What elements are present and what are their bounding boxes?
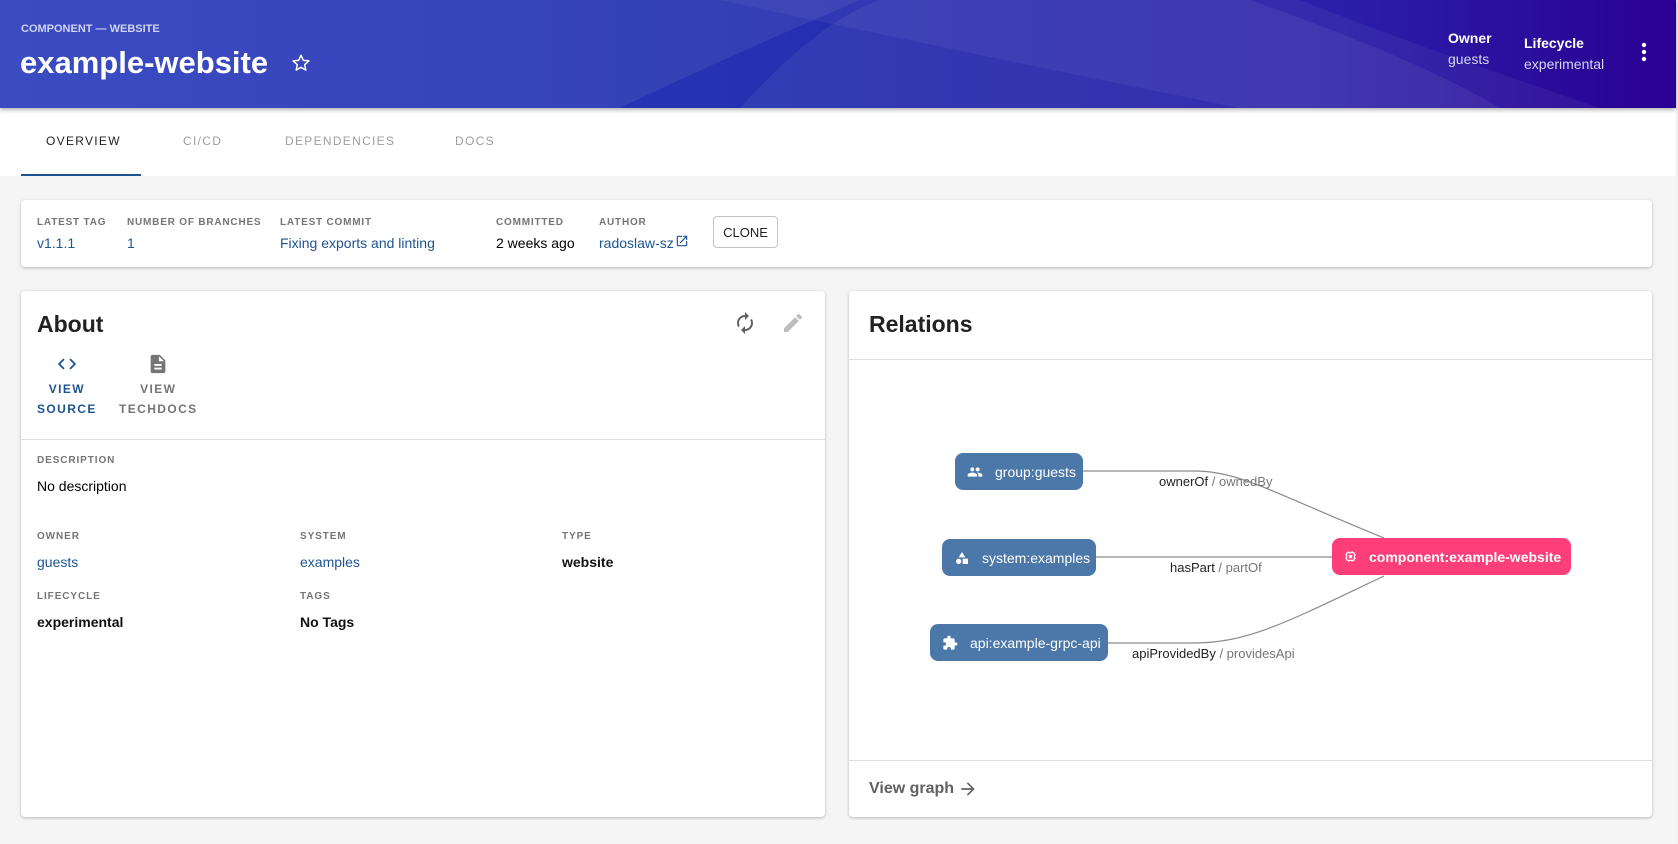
committed-label: COMMITTED <box>496 217 564 228</box>
view-techdocs-line2: TECHDOCS <box>119 402 198 416</box>
view-source-link[interactable]: VIEW SOURCE <box>37 353 97 419</box>
edge-label-has-part: hasPart / partOf <box>1170 560 1262 575</box>
graph-node-api[interactable]: api:example-grpc-api <box>930 624 1108 661</box>
system-icon <box>956 551 968 564</box>
branches-label: NUMBER OF BRANCHES <box>127 217 262 228</box>
entity-header: COMPONENT — WEBSITE example-website Owne… <box>0 0 1676 108</box>
edge-label-api-provided-by: apiProvidedBy / providesApi <box>1132 646 1295 661</box>
edit-icon[interactable] <box>781 311 805 335</box>
view-techdocs-line1: VIEW <box>140 382 177 396</box>
relations-footer-divider <box>849 760 1652 761</box>
graph-node-component-label: component:example-website <box>1369 548 1562 565</box>
system-field: SYSTEM examples <box>300 531 360 570</box>
edge-reverse-relation: / partOf <box>1214 560 1262 575</box>
graph-node-api-label: api:example-grpc-api <box>970 634 1101 651</box>
latest-tag-label: LATEST TAG <box>37 217 107 228</box>
tab-dependencies[interactable]: DEPENDENCIES <box>285 134 395 148</box>
tab-docs[interactable]: DOCS <box>455 134 495 148</box>
tags-field: TAGS No Tags <box>300 591 354 630</box>
document-icon <box>150 354 166 374</box>
group-icon <box>967 466 983 477</box>
graph-node-system-label: system:examples <box>982 549 1091 566</box>
committed: COMMITTED 2 weeks ago <box>496 217 575 251</box>
refresh-icon[interactable] <box>733 311 757 335</box>
edge-reverse-relation: / providesApi <box>1215 646 1295 661</box>
arrow-right-icon <box>961 782 975 796</box>
edge-relation: apiProvidedBy <box>1132 646 1216 661</box>
committed-value: 2 weeks ago <box>496 235 575 251</box>
type-field: TYPE website <box>562 531 613 570</box>
header-owner: Owner guests <box>1448 30 1492 67</box>
lifecycle-field-value: experimental <box>37 614 124 630</box>
active-tab-indicator <box>21 174 141 176</box>
lifecycle-field-label: LIFECYCLE <box>37 591 101 602</box>
edge-reverse-relation: / ownedBy <box>1208 474 1273 489</box>
type-field-value: website <box>562 554 614 570</box>
about-divider <box>21 439 825 440</box>
star-outline-icon[interactable] <box>290 52 312 74</box>
api-puzzle-icon <box>943 635 958 650</box>
author-link[interactable]: radoslaw-sz <box>599 235 689 251</box>
clone-button[interactable]: CLONE <box>713 216 778 248</box>
tags-field-label: TAGS <box>300 591 331 602</box>
description-label: DESCRIPTION <box>37 455 116 466</box>
latest-commit: LATEST COMMIT Fixing exports and linting <box>280 217 435 251</box>
lifecycle-label: Lifecycle <box>1524 35 1584 51</box>
type-field-label: TYPE <box>562 531 592 542</box>
owner-field-link[interactable]: guests <box>37 554 80 570</box>
author-label: AUTHOR <box>599 217 647 228</box>
git-info-card: LATEST TAG v1.1.1 NUMBER OF BRANCHES 1 L… <box>21 200 1652 267</box>
view-source-line2: SOURCE <box>37 402 97 416</box>
entity-kind: COMPONENT — WEBSITE <box>21 23 160 35</box>
page-title: example-website <box>20 45 269 80</box>
header-lifecycle: Lifecycle experimental <box>1524 35 1604 72</box>
owner-field-label: OWNER <box>37 531 80 542</box>
graph-node-group[interactable]: group:guests <box>955 453 1083 490</box>
graph-node-system[interactable]: system:examples <box>942 539 1096 576</box>
about-title: About <box>37 311 104 337</box>
relations-card: Relations group:guests system:examples a… <box>849 291 1652 817</box>
tags-field-value: No Tags <box>300 614 355 630</box>
code-icon <box>57 358 77 370</box>
view-graph-link[interactable]: View graph <box>869 779 978 799</box>
view-techdocs-link[interactable]: VIEW TECHDOCS <box>119 353 198 419</box>
kebab-menu-icon[interactable] <box>1636 40 1652 64</box>
latest-tag: LATEST TAG v1.1.1 <box>37 217 106 251</box>
branches-link[interactable]: 1 <box>127 235 261 251</box>
system-field-label: SYSTEM <box>300 531 347 542</box>
edge-relation: ownerOf <box>1159 474 1209 489</box>
branches: NUMBER OF BRANCHES 1 <box>127 217 261 251</box>
graph-node-component[interactable]: component:example-website <box>1332 538 1571 575</box>
edge-relation: hasPart <box>1170 560 1215 575</box>
view-source-line1: VIEW <box>48 382 86 396</box>
tab-overview[interactable]: OVERVIEW <box>46 134 121 148</box>
author: AUTHOR radoslaw-sz <box>599 217 689 251</box>
latest-commit-label: LATEST COMMIT <box>280 217 372 228</box>
lifecycle-field: LIFECYCLE experimental <box>37 591 123 630</box>
graph-node-group-label: group:guests <box>995 463 1076 480</box>
system-field-link[interactable]: examples <box>300 554 360 570</box>
description-value: No description <box>37 478 127 494</box>
latest-commit-link[interactable]: Fixing exports and linting <box>280 235 435 251</box>
tab-cicd[interactable]: CI/CD <box>183 134 222 148</box>
tab-bar: OVERVIEW CI/CD DEPENDENCIES DOCS <box>0 108 1676 176</box>
edge-label-owner-of: ownerOf / ownedBy <box>1159 474 1272 489</box>
edge-api-provided-by <box>1108 575 1385 644</box>
relations-graph <box>1083 470 1385 644</box>
latest-tag-link[interactable]: v1.1.1 <box>37 235 106 251</box>
view-graph-label: View graph <box>869 780 955 797</box>
author-name[interactable]: radoslaw-sz <box>599 235 674 251</box>
component-chip-icon <box>1345 551 1356 562</box>
description-field: DESCRIPTION No description <box>37 455 127 494</box>
owner-field: OWNER guests <box>37 531 80 570</box>
owner-value: guests <box>1448 51 1490 67</box>
lifecycle-value: experimental <box>1524 56 1605 72</box>
external-link-icon <box>676 235 687 247</box>
about-card: About VIEW SOURCE VIEW TECHDOCS DESCRIPT… <box>21 291 825 817</box>
owner-label: Owner <box>1448 30 1492 46</box>
